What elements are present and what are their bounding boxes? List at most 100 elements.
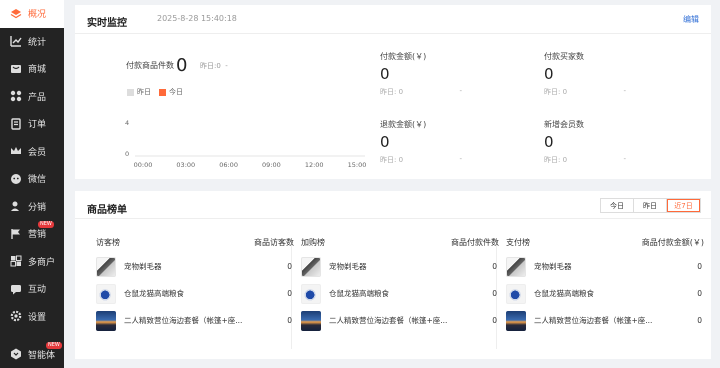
list-item[interactable]: 仓鼠龙猫高端粮食 0 (506, 280, 702, 307)
sidebar-item-label: 营销 (28, 230, 47, 241)
sidebar-item-label: 订单 (28, 120, 47, 131)
tab-today[interactable]: 今日 (601, 199, 634, 212)
sidebar-item-mall[interactable]: 商城 (0, 55, 64, 83)
layers-icon (10, 8, 22, 20)
product-thumbnail (301, 283, 321, 304)
sidebar-item-label: 分销 (28, 202, 47, 213)
period-tabs: 今日 昨日 近7日 (600, 198, 701, 213)
product-thumbnail (96, 310, 116, 331)
product-thumbnail (96, 283, 116, 304)
sidebar-item-distribution[interactable]: 分销 (0, 193, 64, 221)
stats-icon (10, 35, 22, 47)
product-thumbnail (301, 256, 321, 277)
sidebar-item-interaction[interactable]: 互动 (0, 275, 64, 303)
chart-legend: 昨日 今日 (127, 87, 183, 97)
new-badge: NEW (46, 342, 62, 349)
product-thumbnail (506, 256, 526, 277)
list-item[interactable]: 宠物剃毛器 0 (301, 253, 497, 280)
x-tick-label: 06:00 (219, 161, 238, 169)
pay-goods-label: 付款商品件数 (126, 61, 174, 70)
visitor-rank-column: 访客榜 商品访客数 宠物剃毛器 0 仓鼠龙猫高端粮食 0 二人精致营位海边套餐（帐篷+… (96, 227, 294, 351)
x-tick-label: 00:00 (134, 161, 153, 169)
list-item[interactable]: 二人精致营位海边套餐（帐篷+座... 0 (506, 307, 702, 334)
pay-goods-yesterday: 昨日:0 - (200, 62, 228, 70)
rank-metric: 商品付款件数 (451, 238, 499, 247)
sidebar-item-label: 多商户 (28, 257, 56, 268)
sidebar-item-orders[interactable]: 订单 (0, 110, 64, 138)
list-item[interactable]: 仓鼠龙猫高端粮食 0 (301, 280, 497, 307)
mall-icon (10, 63, 22, 75)
y-tick-label: 4 (125, 119, 129, 127)
chat-icon (10, 283, 22, 295)
tab-last-7-days[interactable]: 近7日 (667, 199, 700, 212)
realtime-title: 实时监控 (87, 18, 127, 29)
share-icon (10, 200, 22, 212)
legend-swatch-today (159, 88, 166, 96)
sidebar-item-label: 会员 (28, 147, 47, 158)
grid-icon (10, 90, 22, 102)
realtime-chart: 4 0 00:00 03:00 06:00 09:00 12:00 15:00 (125, 119, 367, 169)
x-tick-label: 15:00 (348, 161, 367, 169)
product-thumbnail (506, 310, 526, 331)
list-item[interactable]: 宠物剃毛器 0 (506, 253, 702, 280)
crown-icon (10, 145, 22, 157)
sidebar: 概况 统计 商城 产品 订单 会员 微信 分销 营销 NEW 多商户 互动 设置… (0, 0, 64, 368)
merchant-icon (10, 255, 22, 267)
order-icon (10, 118, 22, 130)
sidebar-item-label: 互动 (28, 285, 47, 296)
flag-icon (10, 228, 22, 240)
product-thumbnail (301, 310, 321, 331)
wechat-icon (10, 173, 22, 185)
metric-new-members: 新增会员数 0 昨日: 0- (544, 120, 626, 164)
list-item[interactable]: 仓鼠龙猫高端粮食 0 (96, 280, 292, 307)
realtime-datetime: 2025-8-28 15:40:18 (157, 14, 237, 23)
divider (75, 218, 711, 219)
product-thumbnail (96, 256, 116, 277)
metric-refund-amount: 退款金额(￥) 0 昨日: 0- (380, 120, 462, 164)
sidebar-item-settings[interactable]: 设置 (0, 303, 64, 331)
sidebar-item-label: 商城 (28, 65, 47, 76)
rank-metric: 商品付款金额(￥) (641, 238, 704, 247)
sidebar-item-merchants[interactable]: 多商户 (0, 248, 64, 276)
list-item[interactable]: 二人精致营位海边套餐（帐篷+座... 0 (96, 307, 292, 334)
rank-name: 加购榜 (301, 238, 325, 247)
y-tick-label: 0 (125, 150, 129, 158)
edit-link[interactable]: 编辑 (683, 14, 699, 25)
sidebar-item-wechat[interactable]: 微信 (0, 165, 64, 193)
tab-yesterday[interactable]: 昨日 (634, 199, 667, 212)
gear-icon (10, 310, 22, 322)
agent-icon (10, 348, 22, 360)
rank-metric: 商品访客数 (254, 238, 294, 247)
sidebar-item-label: 产品 (28, 92, 47, 103)
sidebar-item-label: 微信 (28, 175, 47, 186)
sidebar-item-products[interactable]: 产品 (0, 83, 64, 111)
rank-name: 访客榜 (96, 238, 120, 247)
new-badge: NEW (38, 221, 54, 228)
legend-today[interactable]: 今日 (169, 87, 183, 97)
metric-pay-amount: 付款金额(￥) 0 昨日: 0- (380, 52, 462, 96)
sidebar-item-label: 统计 (28, 37, 47, 48)
sidebar-item-label: 概况 (28, 10, 47, 21)
sidebar-item-members[interactable]: 会员 (0, 138, 64, 166)
legend-swatch-yesterday (127, 88, 134, 96)
list-item[interactable]: 二人精致营位海边套餐（帐篷+座... 0 (301, 307, 497, 334)
cart-rank-column: 加购榜 商品付款件数 宠物剃毛器 0 仓鼠龙猫高端粮食 0 二人精致营位海边套餐（帐篷… (301, 227, 499, 351)
legend-yesterday[interactable]: 昨日 (137, 87, 151, 97)
x-tick-label: 09:00 (262, 161, 281, 169)
x-tick-label: 03:00 (176, 161, 195, 169)
metric-pay-buyers: 付款买家数 0 昨日: 0- (544, 52, 626, 96)
product-ranking-card: 商品榜单 今日 昨日 近7日 访客榜 商品访客数 宠物剃毛器 0 仓鼠龙猫高端粮食 0… (75, 191, 711, 359)
ranking-title: 商品榜单 (87, 205, 127, 216)
rank-name: 支付榜 (506, 238, 530, 247)
sidebar-item-marketing[interactable]: 营销 NEW (0, 220, 64, 248)
payment-rank-column: 支付榜 商品付款金额(￥) 宠物剃毛器 0 仓鼠龙猫高端粮食 0 二人精致营位海边套餐… (506, 227, 704, 351)
sidebar-item-label: 智能体 (28, 350, 56, 361)
divider (75, 33, 711, 34)
sidebar-item-overview[interactable]: 概况 (0, 0, 64, 28)
product-thumbnail (506, 283, 526, 304)
list-item[interactable]: 宠物剃毛器 0 (96, 253, 292, 280)
sidebar-item-stats[interactable]: 统计 (0, 28, 64, 56)
realtime-monitor-card: 实时监控 2025-8-28 15:40:18 编辑 付款商品件数 0 昨日:0… (75, 5, 711, 179)
x-tick-label: 12:00 (305, 161, 324, 169)
sidebar-item-agent[interactable]: 智能体 NEW (0, 340, 64, 368)
